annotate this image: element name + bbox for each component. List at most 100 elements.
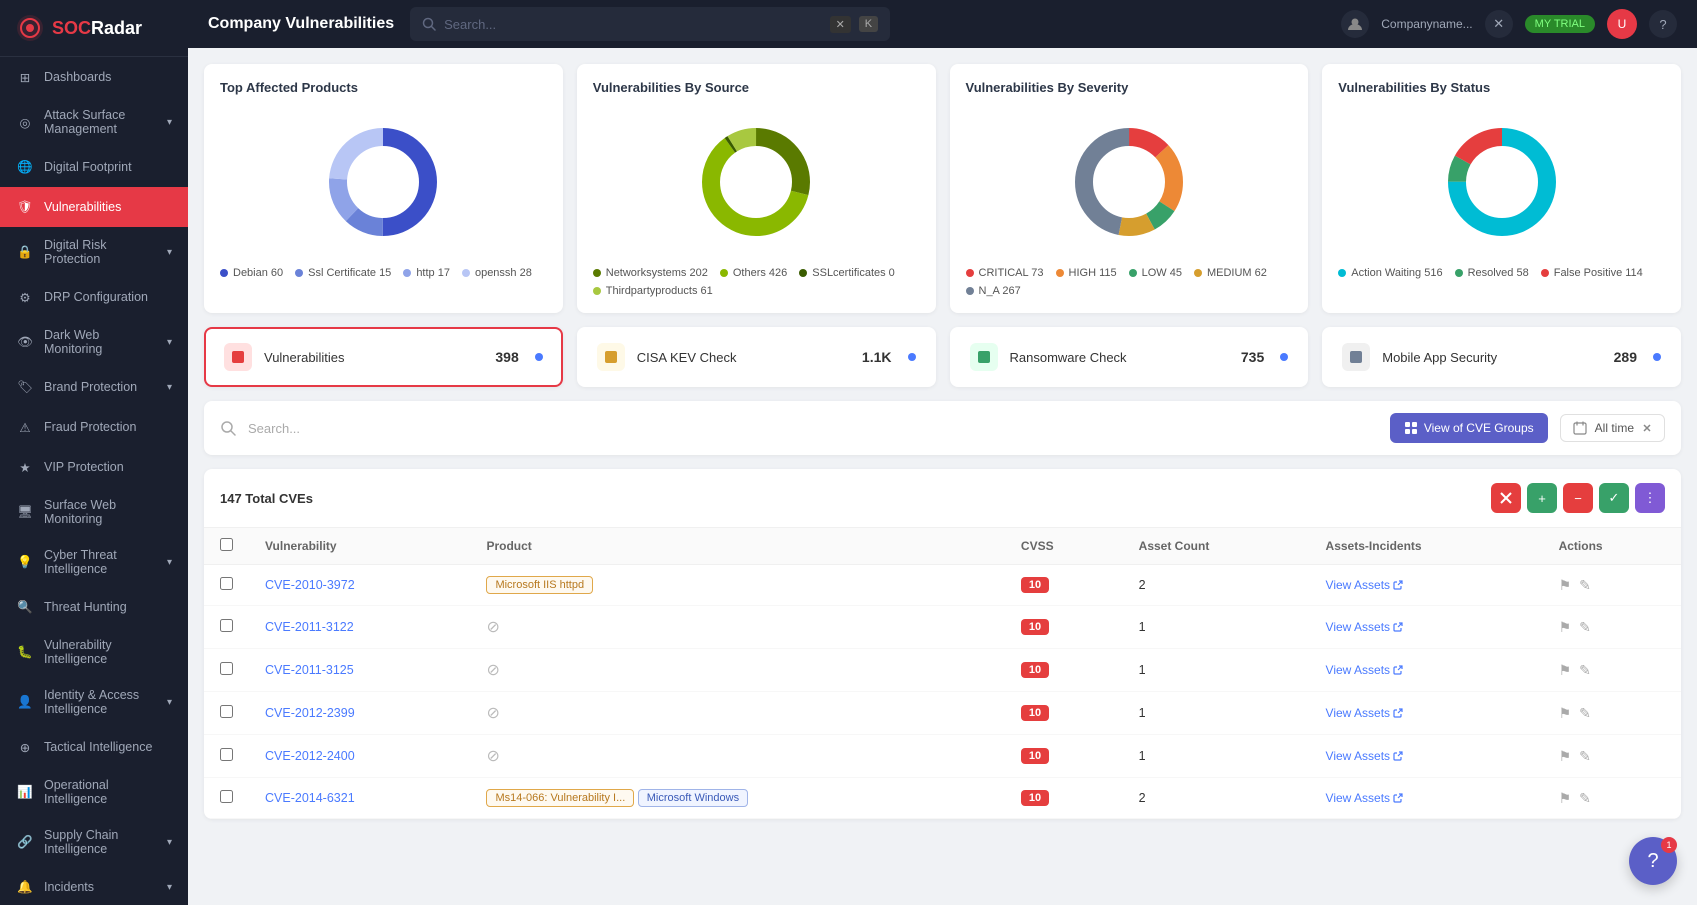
row-flag-button[interactable]: ⚑	[1559, 577, 1572, 594]
row-checkbox[interactable]	[220, 748, 233, 761]
row-edit-button[interactable]: ✎	[1579, 662, 1591, 679]
sidebar-item-supply-chain[interactable]: 🔗 Supply Chain Intelligence ▾	[0, 817, 188, 867]
page-title: Company Vulnerabilities	[208, 15, 394, 33]
select-all-checkbox[interactable]	[220, 538, 233, 551]
row-edit-button[interactable]: ✎	[1579, 748, 1591, 765]
row-flag-button[interactable]: ⚑	[1559, 748, 1572, 765]
view-assets-link[interactable]: View Assets	[1326, 663, 1527, 677]
row-flag-button[interactable]: ⚑	[1559, 705, 1572, 722]
row-action-buttons: ⚑ ✎	[1559, 748, 1665, 765]
cve-link[interactable]: CVE-2014-6321	[265, 791, 355, 805]
sidebar-item-drp-config[interactable]: ⚙ DRP Configuration	[0, 277, 188, 317]
row-checkbox[interactable]	[220, 662, 233, 675]
row-edit-button[interactable]: ✎	[1579, 619, 1591, 636]
cpu-icon: 💡	[16, 553, 34, 571]
sidebar-item-digital-footprint[interactable]: 🌐 Digital Footprint	[0, 147, 188, 187]
col-actions: Actions	[1543, 528, 1681, 565]
sidebar-item-label: Fraud Protection	[44, 420, 172, 434]
tab-vulnerabilities[interactable]: Vulnerabilities 398	[204, 327, 563, 387]
date-filter[interactable]: All time	[1560, 414, 1665, 442]
sidebar-item-label: Dashboards	[44, 70, 172, 84]
star-icon: ★	[16, 458, 34, 476]
view-assets-link[interactable]: View Assets	[1326, 791, 1527, 805]
chart-title-top-affected: Top Affected Products	[220, 80, 547, 95]
row-flag-button[interactable]: ⚑	[1559, 662, 1572, 679]
sidebar-item-cyber-threat[interactable]: 💡 Cyber Threat Intelligence ▾	[0, 537, 188, 587]
tab-label: Mobile App Security	[1382, 350, 1601, 365]
row-checkbox[interactable]	[220, 790, 233, 803]
cve-link[interactable]: CVE-2012-2400	[265, 749, 355, 763]
row-flag-button[interactable]: ⚑	[1559, 619, 1572, 636]
chat-bubble-button[interactable]: ? 1	[1629, 837, 1677, 885]
tab-dot	[535, 353, 543, 361]
user-name-label: Companyname...	[1381, 17, 1472, 31]
sidebar-item-vulnerabilities[interactable]: 🛡 Vulnerabilities	[0, 187, 188, 227]
tab-dot	[908, 353, 916, 361]
external-link-icon	[1393, 751, 1403, 761]
view-assets-link[interactable]: View Assets	[1326, 578, 1527, 592]
sidebar-item-digital-risk[interactable]: 🔒 Digital Risk Protection ▾	[0, 227, 188, 277]
sidebar-item-dark-web[interactable]: 👁 Dark Web Monitoring ▾	[0, 317, 188, 367]
search-k-button[interactable]: K	[859, 16, 878, 32]
filter-search-input[interactable]	[248, 421, 1378, 436]
row-checkbox[interactable]	[220, 577, 233, 590]
tab-icon-cisa	[597, 343, 625, 371]
cve-link[interactable]: CVE-2012-2399	[265, 706, 355, 720]
legend-item: openssh 28	[462, 267, 532, 279]
action-remove-button[interactable]: −	[1563, 483, 1593, 513]
row-edit-button[interactable]: ✎	[1579, 705, 1591, 722]
calendar-icon	[1573, 421, 1587, 435]
sidebar-item-label: Dark Web Monitoring	[44, 328, 157, 356]
sidebar-item-threat-hunting[interactable]: 🔍 Threat Hunting	[0, 587, 188, 627]
sidebar-item-attack-surface[interactable]: ◎ Attack Surface Management ▾	[0, 97, 188, 147]
sidebar-item-identity-access[interactable]: 👤 Identity & Access Intelligence ▾	[0, 677, 188, 727]
row-product-cell: ⊘	[470, 692, 1004, 735]
cve-link[interactable]: CVE-2011-3125	[265, 663, 354, 677]
sidebar-item-surface-web[interactable]: 🖥 Surface Web Monitoring	[0, 487, 188, 537]
settings2-icon: ⚙	[16, 288, 34, 306]
notification-icon-btn[interactable]: ✕	[1485, 10, 1513, 38]
row-checkbox[interactable]	[220, 705, 233, 718]
chevron-down-icon: ▾	[167, 247, 172, 258]
sidebar-item-dashboards[interactable]: ⊞ Dashboards	[0, 57, 188, 97]
sidebar-item-vip-protection[interactable]: ★ VIP Protection	[0, 447, 188, 487]
cve-link[interactable]: CVE-2011-3122	[265, 620, 354, 634]
col-vulnerability: Vulnerability	[249, 528, 470, 565]
view-assets-link[interactable]: View Assets	[1326, 620, 1527, 634]
row-flag-button[interactable]: ⚑	[1559, 790, 1572, 807]
action-check-button[interactable]: ✓	[1599, 483, 1629, 513]
search-clear-button[interactable]: ✕	[830, 16, 851, 33]
sidebar-item-operational-intel[interactable]: 📊 Operational Intelligence	[0, 767, 188, 817]
sidebar-item-fraud-protection[interactable]: ⚠ Fraud Protection	[0, 407, 188, 447]
row-asset-count-cell: 1	[1123, 735, 1310, 778]
topbar-search-input[interactable]	[444, 17, 821, 32]
sidebar-item-brand-protection[interactable]: 🏷 Brand Protection ▾	[0, 367, 188, 407]
tab-count: 398	[495, 349, 518, 365]
cvss-badge: 10	[1021, 748, 1049, 764]
action-critical-button[interactable]	[1491, 483, 1521, 513]
help-icon-btn[interactable]: ?	[1649, 10, 1677, 38]
row-checkbox[interactable]	[220, 619, 233, 632]
chevron-down-icon: ▾	[167, 837, 172, 848]
chevron-down-icon: ▾	[167, 337, 172, 348]
sidebar-item-incidents[interactable]: 🔔 Incidents ▾	[0, 867, 188, 905]
action-more-button[interactable]: ⋮	[1635, 483, 1665, 513]
sidebar-item-label: Vulnerabilities	[44, 200, 172, 214]
row-edit-button[interactable]: ✎	[1579, 577, 1591, 594]
row-edit-button[interactable]: ✎	[1579, 790, 1591, 807]
sidebar-item-tactical-intel[interactable]: ⊕ Tactical Intelligence	[0, 727, 188, 767]
cve-link[interactable]: CVE-2010-3972	[265, 578, 355, 592]
trial-badge: MY TRIAL	[1525, 15, 1595, 33]
chart-legend-by-status: Action Waiting 516 Resolved 58 False Pos…	[1338, 267, 1665, 279]
tab-cisa-kev[interactable]: CISA KEV Check 1.1K	[577, 327, 936, 387]
tab-mobile-app[interactable]: Mobile App Security 289	[1322, 327, 1681, 387]
row-product-cell: Ms14-066: Vulnerability I... Microsoft W…	[470, 778, 1004, 819]
sidebar-item-vuln-intel[interactable]: 🐛 Vulnerability Intelligence	[0, 627, 188, 677]
tab-ransomware[interactable]: Ransomware Check 735	[950, 327, 1309, 387]
user-check-icon: 👤	[16, 693, 34, 711]
legend-item: http 17	[403, 267, 450, 279]
action-add-button[interactable]: +	[1527, 483, 1557, 513]
view-assets-link[interactable]: View Assets	[1326, 706, 1527, 720]
view-assets-link[interactable]: View Assets	[1326, 749, 1527, 763]
view-cve-groups-button[interactable]: View of CVE Groups	[1390, 413, 1548, 443]
